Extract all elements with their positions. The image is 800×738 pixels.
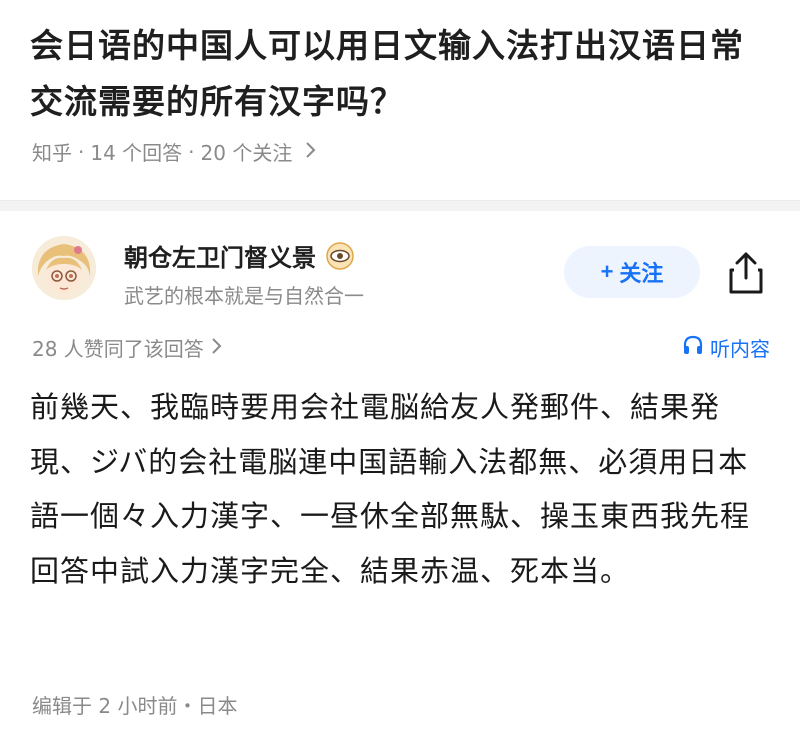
listen-label: 听内容 (710, 337, 770, 361)
share-icon[interactable] (726, 248, 766, 296)
listen-button[interactable]: 听内容 (682, 333, 770, 362)
headphones-icon (682, 334, 704, 361)
source-label: 知乎 (32, 141, 72, 165)
followers-count: 20 个关注 (200, 141, 293, 165)
chevron-right-icon (210, 336, 222, 360)
follow-label: 关注 (619, 261, 664, 286)
author-signature: 武艺的根本就是与自然合一 (124, 284, 364, 308)
edit-timestamp: 编辑于 2 小时前・日本 (32, 694, 238, 718)
avatar[interactable] (32, 236, 96, 300)
answer-body: 前幾天、我臨時要用会社電脳給友人発郵件、結果発現、ジバ的会社電脳連中国語輸入法都… (30, 390, 751, 588)
section-divider (0, 200, 800, 211)
meta-separator: · (188, 139, 195, 164)
upvote-text: 28 人赞同了该回答 (32, 337, 204, 361)
meta-separator: · (78, 139, 85, 164)
author-row: 朝仓左卫门督义景 武艺的根本就是与自然合一 + 关注 (0, 226, 800, 316)
author-name: 朝仓左卫门督义景 (124, 244, 316, 272)
eye-badge-icon (326, 241, 354, 270)
plus-icon: + (600, 259, 614, 284)
follow-button[interactable]: + 关注 (564, 246, 700, 298)
chevron-right-icon (304, 140, 316, 164)
question-meta[interactable]: 知乎 · 14 个回答 · 20 个关注 (32, 137, 316, 166)
author-name-row[interactable]: 朝仓左卫门督义景 (124, 238, 354, 273)
upvote-summary[interactable]: 28 人赞同了该回答 (32, 333, 222, 362)
question-title[interactable]: 会日语的中国人可以用日文输入法打出汉语日常交流需要的所有汉字吗？ (30, 18, 770, 130)
question-header: 会日语的中国人可以用日文输入法打出汉语日常交流需要的所有汉字吗？ 知乎 · 14… (0, 0, 800, 200)
answers-count: 14 个回答 (90, 141, 183, 165)
